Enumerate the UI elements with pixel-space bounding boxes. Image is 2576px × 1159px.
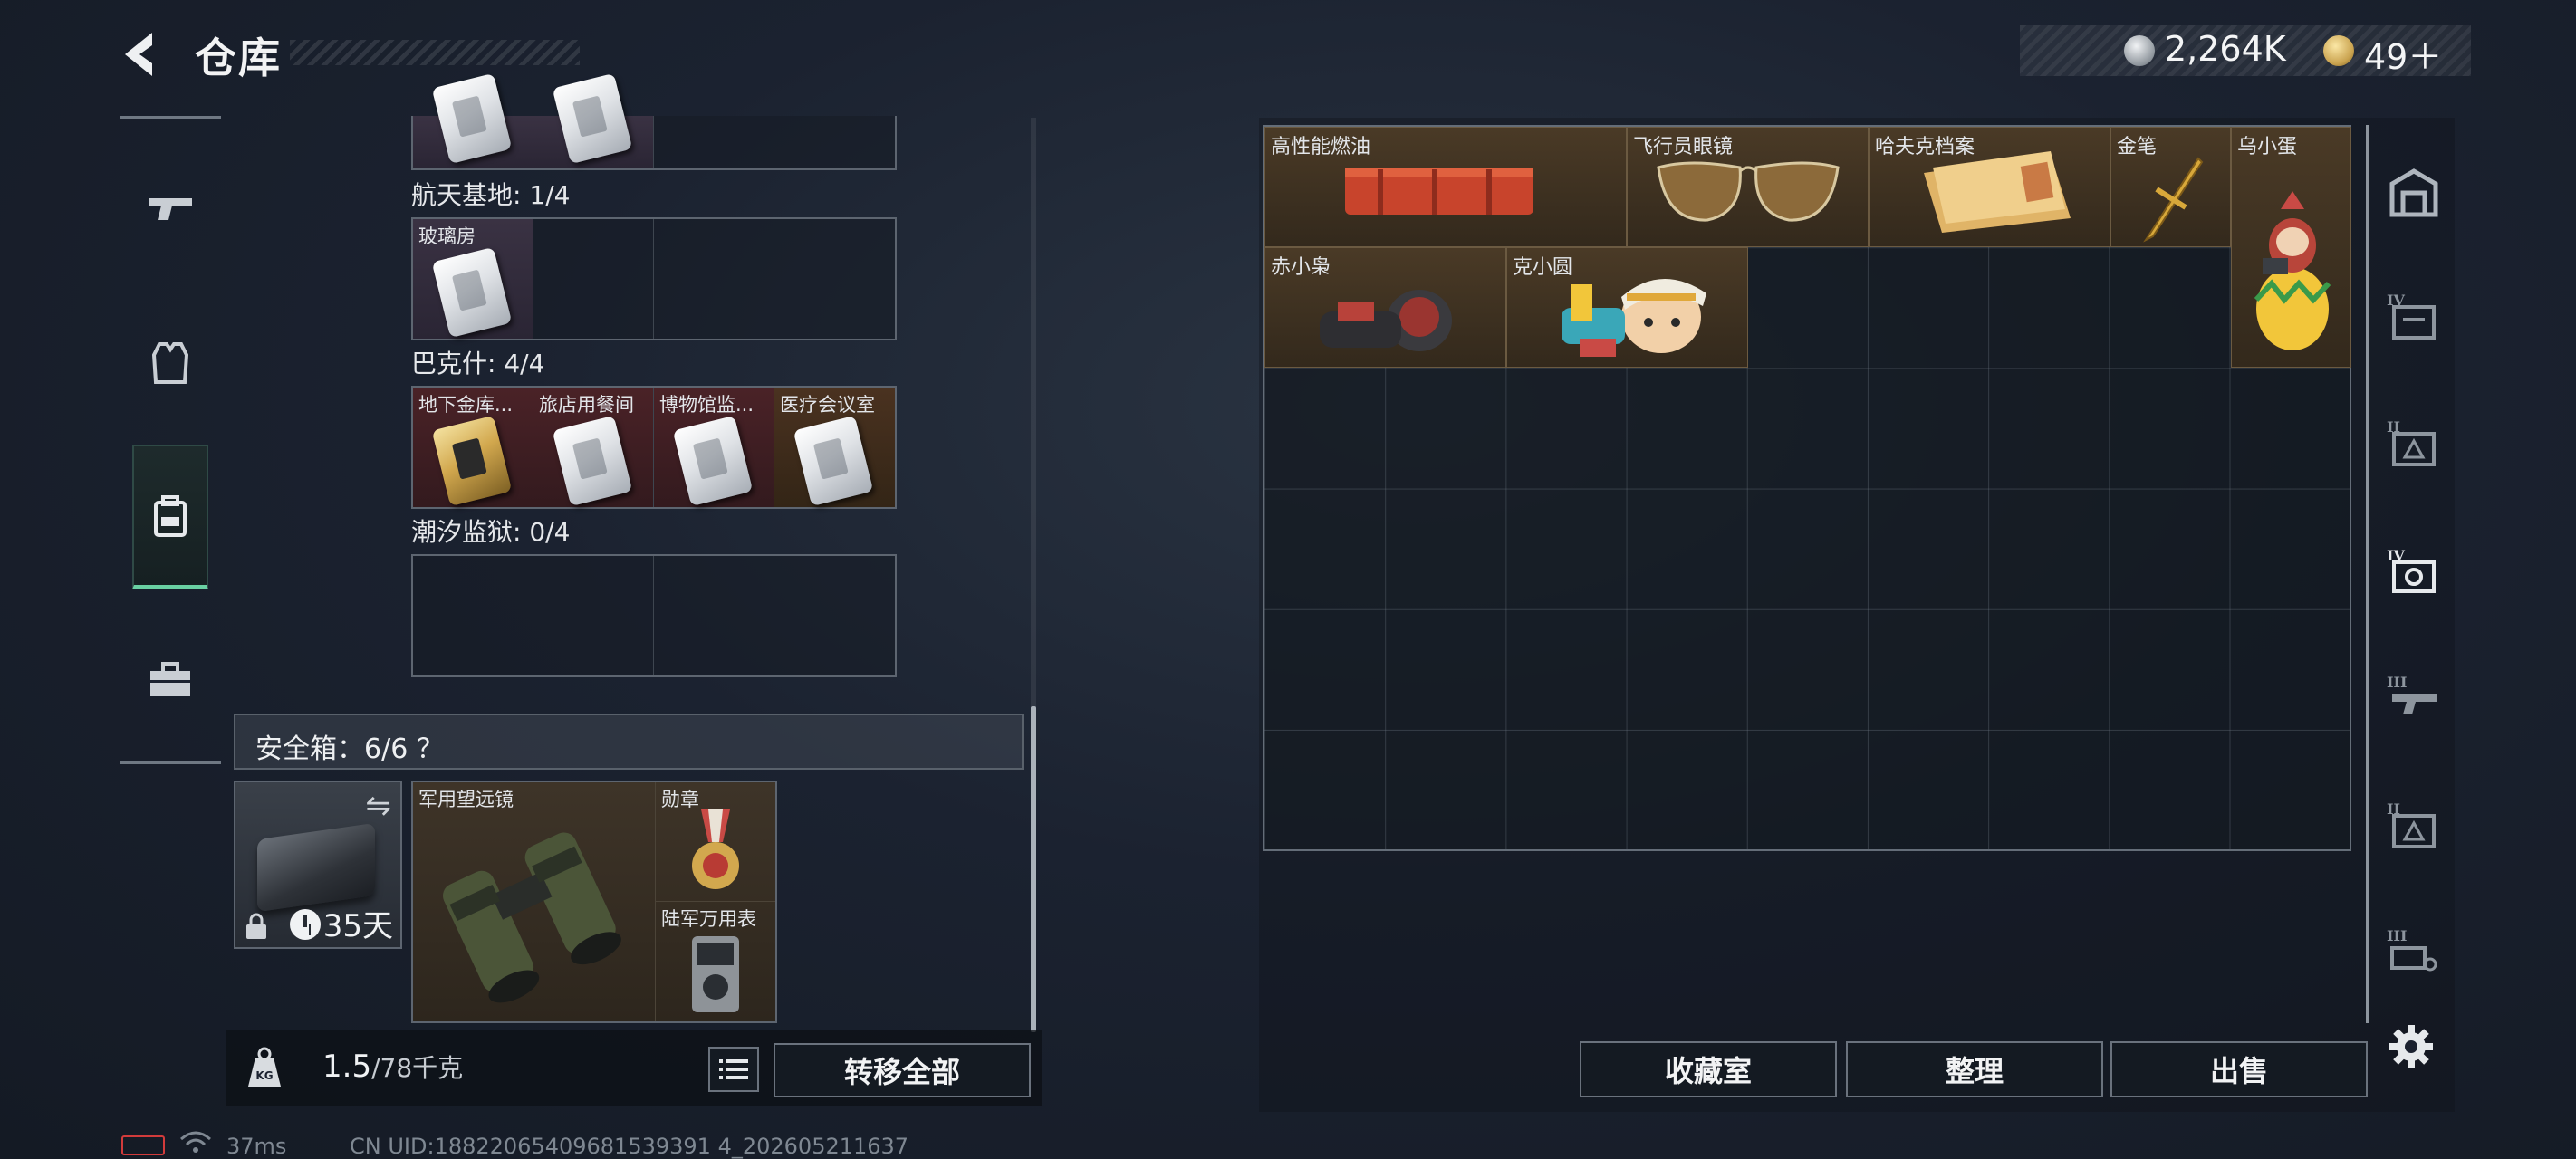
svg-text:III: III [2387,927,2407,944]
tier3-key-icon: III [2387,927,2437,972]
locker-icon [2389,168,2438,217]
filter-tier3-weapon[interactable]: III [2382,668,2446,732]
uid-text: CN UID:18822065409681539391 4_2026052116… [350,1134,909,1159]
battery-icon [121,1135,165,1155]
tier3-weapon-icon: III [2387,674,2437,714]
filter-tier4-case[interactable]: IV [2382,286,2446,350]
keycard-row-top-partial [411,72,897,170]
clock-icon [290,909,321,940]
item-medal[interactable]: 勋章 [656,782,775,902]
keycard-icon [793,415,874,507]
keycard-icon [431,415,513,507]
weight-bar: KG 1.5/78千克 转移全部 [226,1030,1042,1106]
safe-box-grid: 军用望远镜 勋章 陆军万用表 [411,781,777,1023]
keycard-row-tidal-prison [411,554,897,677]
keycard-slot[interactable]: 医疗会议室 [774,388,895,507]
filter-tier2-case-b[interactable]: II [2382,795,2446,858]
filter-tier4-camera[interactable]: IV [2382,541,2446,605]
keycard-slot[interactable] [533,72,654,168]
safe-box-header[interactable]: 安全箱：6/6 ？ [234,714,1024,770]
item-ke-xiaoyuan[interactable]: 克小圆 [1506,247,1748,368]
storage-filter-column: IV II IV III II III [2366,125,2453,1023]
binoculars-icon [442,832,621,1003]
keycard-slot [654,116,774,168]
storage-grid: 高性能燃油 飞行员眼镜 哈夫克档案 金笔 乌小蛋 赤小枭 克小圆 [1263,125,2351,851]
item-multimeter[interactable]: 陆军万用表 [656,902,775,1021]
item-binoculars[interactable]: 军用望远镜 [413,782,656,1021]
ping-text: 37ms [226,1134,287,1159]
group-label-bakesh: 巴克什: 4/4 [411,349,545,378]
item-gold-pen[interactable]: 金笔 [2110,127,2231,247]
ke-xiaoyuan-icon [1562,278,1706,357]
filter-tier2-case[interactable]: II [2382,413,2446,476]
item-hafuke-files[interactable]: 哈夫克档案 [1869,127,2110,247]
item-egg-figure[interactable]: 乌小蛋 [2231,127,2351,368]
item-red-owl[interactable]: 赤小枭 [1264,247,1506,368]
keycard-row-bakesh: 地下金库... 旅店用餐间 博物馆监... 医疗会议室 [411,386,897,509]
keycard-icon [431,246,513,339]
tier4-camera-icon: IV [2387,547,2436,593]
list-view-button[interactable] [708,1047,759,1092]
sunglasses-icon [1657,161,1840,222]
safe-box-container[interactable]: ⇋ 35天 [234,781,402,949]
weight-value: 1.5/78千克 [322,1049,464,1085]
keycard-slot [533,219,654,339]
keycard-icon [672,415,754,507]
keycard-slot [774,116,895,168]
item-fuel[interactable]: 高性能燃油 [1264,127,1627,247]
keycard-slot [774,219,895,339]
keycard-slot[interactable] [413,72,533,168]
group-label-spaceport: 航天基地: 1/4 [411,180,571,210]
keycard-slot [533,556,654,675]
group-label-tidal-prison: 潮汐监狱: 0/4 [411,517,571,547]
collection-room-button[interactable]: 收藏室 [1580,1041,1837,1097]
keycard-slot[interactable]: 地下金库... [413,388,533,507]
red-owl-icon [1320,290,1452,351]
lock-icon [246,913,266,939]
tier2-case-icon: II [2387,418,2436,466]
tier2-case-icon: II [2387,800,2436,848]
keycard-icon [552,415,633,507]
fuel-can-icon [1345,168,1533,215]
settings-gear-icon[interactable] [2388,1023,2435,1070]
item-aviator-glasses[interactable]: 飞行员眼镜 [1627,127,1869,247]
filter-locker[interactable] [2382,161,2446,225]
files-icon [1924,151,2071,233]
filter-tier3-key[interactable]: III [2382,922,2446,985]
safe-box-days: 35天 [322,908,393,944]
keycard-slot [413,556,533,675]
egg-figure-icon [2254,191,2331,350]
svg-text:III: III [2387,674,2407,691]
safe-box-capacity: 安全箱：6/6 ？ [255,733,444,765]
swap-icon[interactable]: ⇋ [366,788,392,824]
tier4-case-icon: IV [2387,292,2436,340]
wifi-icon [180,1131,211,1153]
keycard-row-spaceport: 玻璃房 [411,217,897,340]
weight-icon: KG [248,1047,281,1087]
multimeter-icon [692,936,739,1012]
svg-text:KG: KG [255,1069,273,1082]
keycard-slot [774,556,895,675]
safe-case-image [257,822,375,913]
list-icon [719,1059,748,1079]
keycard-slot[interactable]: 博物馆监... [654,388,774,507]
keycard-slot[interactable]: 玻璃房 [413,219,533,339]
keycard-slot [654,556,774,675]
pen-icon [2143,157,2204,243]
transfer-all-button[interactable]: 转移全部 [774,1043,1031,1097]
keycard-slot [654,219,774,339]
keycard-slot[interactable]: 旅店用餐间 [533,388,654,507]
medal-icon [692,809,739,889]
organize-button[interactable]: 整理 [1846,1041,2103,1097]
sell-button[interactable]: 出售 [2110,1041,2368,1097]
